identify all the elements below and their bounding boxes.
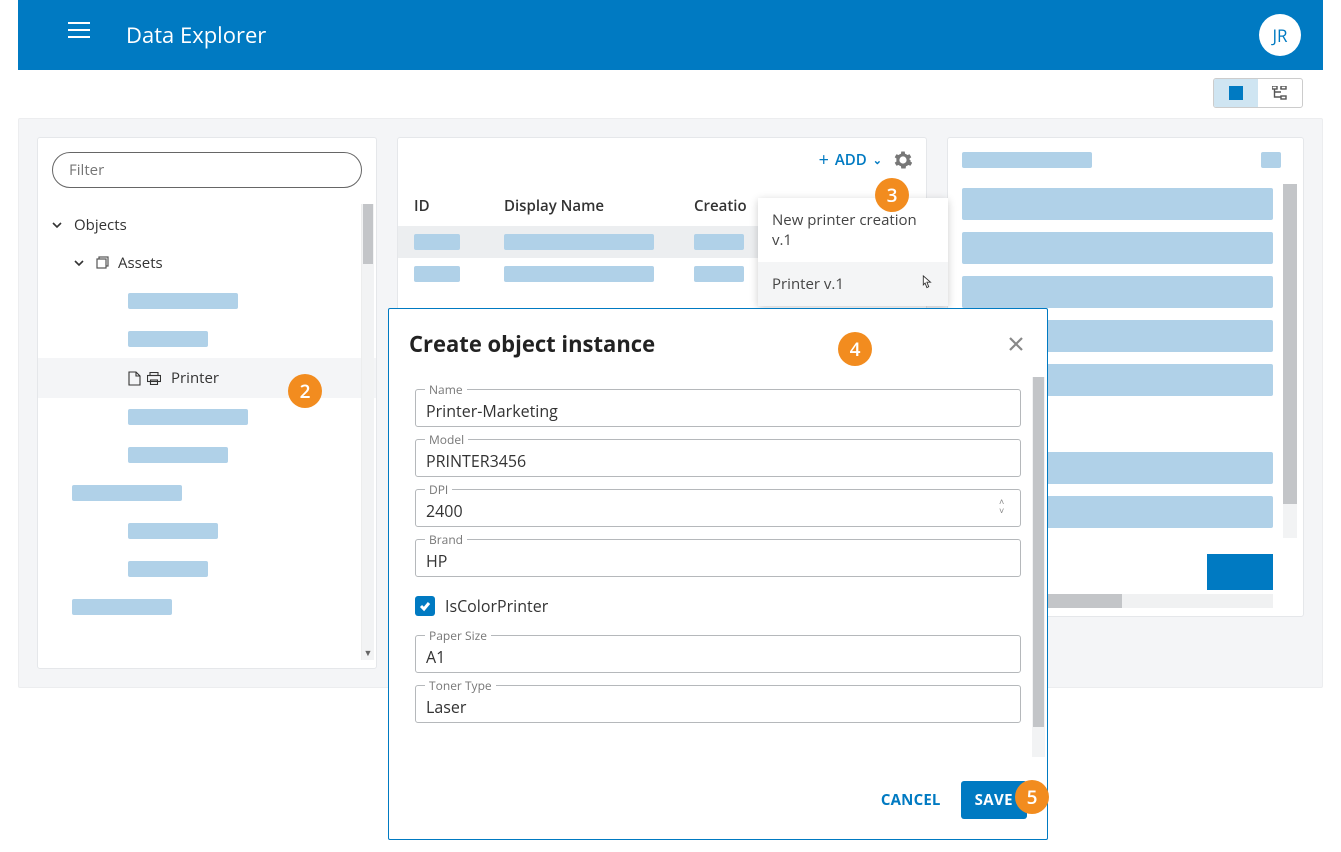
name-input[interactable] [415,389,1021,427]
plus-icon: + [819,148,829,172]
dropdown-item-label: New printer creation v.1 [772,210,934,250]
close-icon[interactable] [1007,335,1025,353]
annotation-bubble-2: 2 [288,374,322,408]
checkbox-checked-icon[interactable] [415,596,435,616]
cursor-pointer-icon [918,275,934,293]
col-creation[interactable]: Creatio [694,196,747,216]
tree-label: Printer [171,368,219,388]
filter-input[interactable] [52,152,362,188]
add-button[interactable]: + ADD ⌄ [819,148,882,172]
chevron-down-icon [50,218,64,232]
instances-panel: + ADD ⌄ ID Display Name Creatio [397,137,927,337]
chevron-down-icon: ⌄ [873,153,882,168]
model-input[interactable] [415,439,1021,477]
field-label: Name [425,381,467,398]
tree-node-printer[interactable]: Printer [38,358,376,398]
hamburger-menu-icon[interactable] [68,22,92,46]
chevron-down-icon [72,256,86,270]
field-label: Paper Size [425,627,491,644]
col-id[interactable]: ID [414,196,504,216]
annotation-bubble-4: 4 [838,332,872,366]
tree-item[interactable] [38,550,376,588]
col-display-name[interactable]: Display Name [504,196,694,216]
create-instance-modal: Create object instance Name Model DPI ˄˅… [388,308,1048,840]
tree-item[interactable] [38,282,376,320]
stack-icon [96,256,110,270]
list-item[interactable] [962,276,1273,308]
file-icon [128,371,141,386]
field-paper-size: Paper Size [415,635,1021,673]
field-label: Model [425,431,468,448]
tree-item[interactable] [38,588,376,626]
modal-scrollbar[interactable] [1032,377,1045,757]
annotation-bubble-5: 5 [1015,780,1049,814]
field-label: Toner Type [425,677,496,694]
field-label: DPI [425,481,452,498]
gear-icon[interactable] [894,151,912,169]
dropdown-item-printer-v1[interactable]: Printer v.1 [758,262,948,306]
panel-title-placeholder [962,152,1092,168]
field-is-color-printer[interactable]: IsColorPrinter [413,589,1037,623]
field-dpi: DPI ˄˅ [415,489,1021,527]
dropdown-item-new-printer-creation[interactable]: New printer creation v.1 [758,198,948,262]
scrollbar-vertical[interactable] [1283,184,1297,538]
tree-item[interactable] [38,474,376,512]
view-grid-button[interactable] [1214,79,1258,107]
tree-item[interactable] [38,512,376,550]
tree-item[interactable] [38,398,376,436]
annotation-bubble-3: 3 [875,178,909,212]
user-avatar[interactable]: JR [1259,14,1301,56]
field-toner-type: Toner Type [415,685,1021,723]
left-scrollbar[interactable]: ▲ ▼ [361,204,374,660]
field-label: Brand [425,531,467,548]
tree-node-assets[interactable]: Assets [38,244,376,282]
tree-node-objects[interactable]: Objects [38,206,376,244]
dpi-input[interactable] [415,489,1021,527]
field-brand: Brand [415,539,1021,577]
field-name: Name [415,389,1021,427]
toner-type-input[interactable] [415,685,1021,723]
tree-item[interactable] [38,320,376,358]
list-item[interactable] [962,188,1273,220]
add-dropdown-menu: New printer creation v.1 Printer v.1 [758,198,948,306]
add-label: ADD [835,150,867,170]
field-model: Model [415,439,1021,477]
printer-icon [147,372,161,385]
checkbox-label: IsColorPrinter [445,595,548,617]
panel-action-button[interactable] [1207,554,1273,590]
modal-title: Create object instance [409,329,655,359]
cancel-button[interactable]: CANCEL [871,782,951,818]
object-tree-panel: Objects Assets Printer ▲ ▼ [37,137,377,669]
dropdown-item-label: Printer v.1 [772,274,844,294]
brand-input[interactable] [415,539,1021,577]
view-toggle [1213,78,1303,108]
tree-item[interactable] [38,436,376,474]
tree-label: Assets [118,253,163,273]
view-tree-button[interactable] [1258,79,1302,107]
scrollbar-thumb[interactable] [1283,184,1297,504]
number-stepper[interactable]: ˄˅ [999,497,1015,515]
paper-size-input[interactable] [415,635,1021,673]
top-bar: Data Explorer JR [18,0,1323,70]
list-item[interactable] [962,232,1273,264]
scrollbar-thumb[interactable] [1033,377,1044,727]
panel-action-placeholder[interactable] [1261,152,1281,168]
scrollbar-thumb[interactable] [363,204,373,264]
app-title: Data Explorer [126,20,266,50]
tree-label: Objects [74,215,127,235]
object-tree: Objects Assets Printer [38,206,376,626]
